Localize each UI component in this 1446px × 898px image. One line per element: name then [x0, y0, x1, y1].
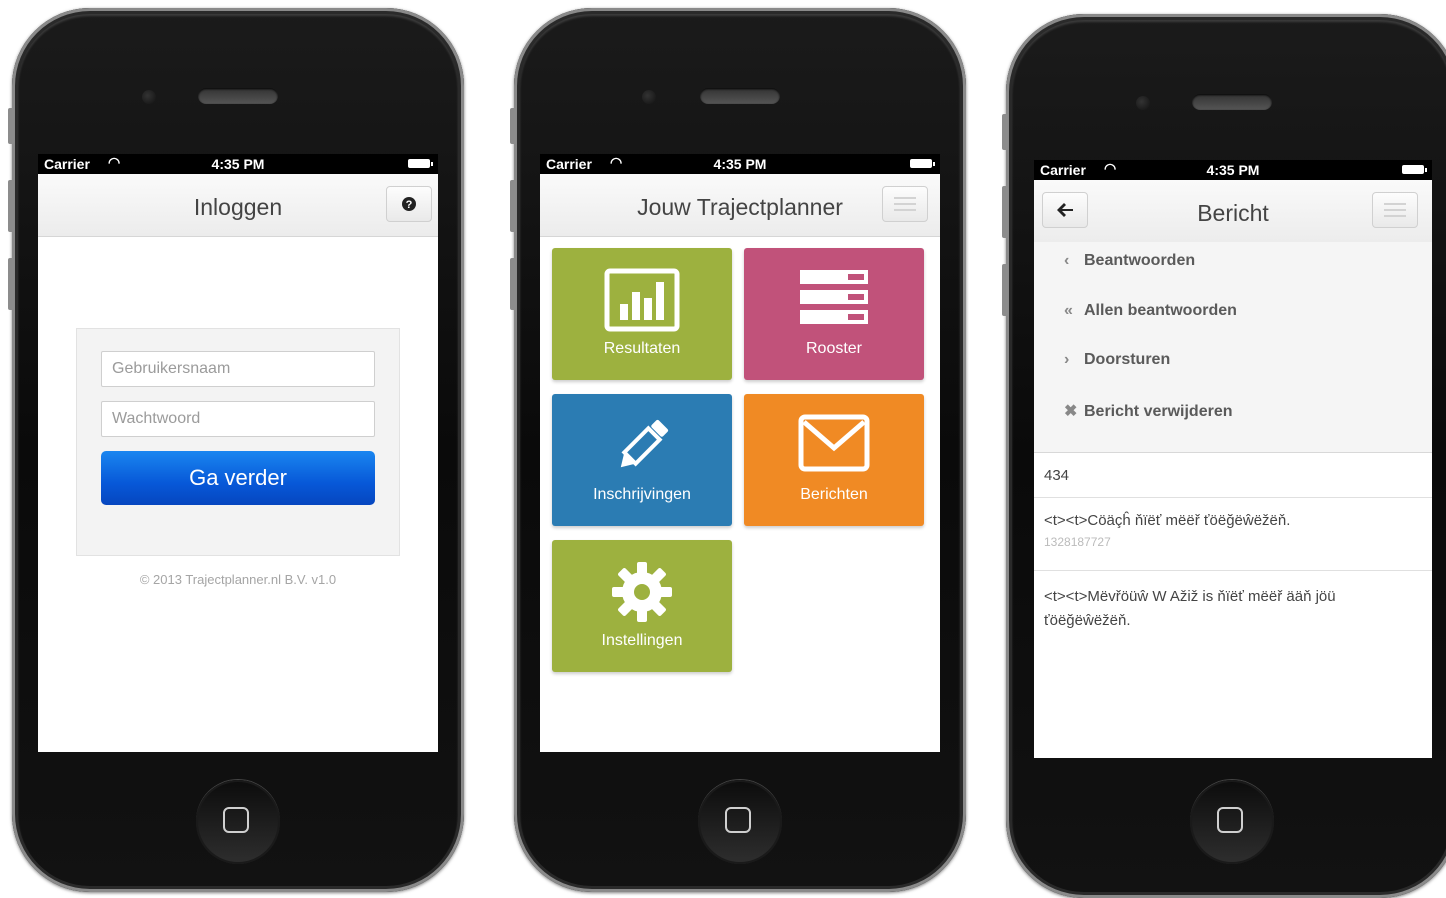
home-icon — [223, 807, 249, 833]
status-time: 4:35 PM — [713, 156, 767, 172]
volume-up-button — [1002, 186, 1008, 238]
tile-resultaten[interactable]: Resultaten — [552, 248, 732, 380]
status-bar: Carrier ◠ 4:35 PM — [540, 154, 940, 174]
status-time: 4:35 PM — [211, 156, 265, 172]
camera-icon — [642, 90, 656, 104]
forward-action[interactable]: › Doorsturen — [1064, 351, 1170, 369]
delete-action[interactable]: ✖ Bericht verwijderen — [1064, 401, 1233, 421]
action-label: Bericht verwijderen — [1084, 403, 1233, 420]
tile-label: Resultaten — [603, 340, 681, 357]
camera-icon — [1136, 96, 1150, 110]
battery-icon — [1402, 165, 1427, 174]
svg-text:?: ? — [406, 199, 413, 211]
copyright-text: © 2013 Trajectplanner.nl B.V. v1.0 — [139, 572, 337, 587]
server-icon — [800, 270, 868, 324]
pencil-icon — [620, 419, 669, 468]
double-chevron-left-icon: « — [1064, 302, 1073, 319]
volume-down-button — [1002, 264, 1008, 316]
help-button[interactable]: ? — [386, 186, 432, 222]
tile-label: Berichten — [800, 486, 868, 503]
home-icon — [1217, 807, 1243, 833]
volume-down-button — [8, 258, 14, 310]
message-text: <t><t>Cöäçĥ ňïëť mëëř ťöëğëŵëžëň. — [1044, 512, 1291, 529]
tile-rooster[interactable]: Rooster — [744, 248, 924, 380]
message-id-row: 434 — [1034, 453, 1432, 498]
chevron-right-icon: › — [1064, 351, 1070, 368]
help-icon: ? — [402, 197, 416, 211]
action-label: Allen beantwoorden — [1084, 302, 1237, 319]
page-title: Inloggen — [193, 194, 283, 220]
camera-icon — [142, 90, 156, 104]
dashboard-screen: Carrier ◠ 4:35 PM Jouw Trajectplanner Re… — [540, 154, 940, 752]
status-time: 4:35 PM — [1206, 162, 1260, 178]
tile-label: Rooster — [805, 340, 863, 357]
login-header: Inloggen ? — [38, 174, 438, 237]
menu-button[interactable] — [882, 186, 928, 222]
action-label: Beantwoorden — [1084, 252, 1196, 269]
mute-switch — [8, 108, 14, 144]
close-icon: ✖ — [1064, 403, 1078, 420]
battery-icon — [910, 159, 935, 168]
password-input[interactable] — [101, 401, 375, 437]
mute-switch — [510, 108, 516, 144]
volume-down-button — [510, 258, 516, 310]
phone-login: Carrier ◠ 4:35 PM Inloggen ? Ga verder ©… — [8, 8, 464, 892]
page-title: Jouw Trajectplanner — [637, 194, 843, 220]
action-label: Doorsturen — [1084, 351, 1171, 368]
home-button[interactable] — [1190, 780, 1274, 864]
home-icon — [725, 807, 751, 833]
tile-inschrijvingen[interactable]: Inschrijvingen — [552, 394, 732, 526]
volume-up-button — [510, 180, 516, 232]
message-id: 434 — [1044, 467, 1070, 484]
username-input[interactable] — [101, 351, 375, 387]
message-text: <t><t>Mëvřöüŵ W Ažiž is ňïëť mëëř ääň jö… — [1044, 588, 1336, 629]
phone-message: Carrier ◠ 4:35 PM Bericht ‹ Beantwoorden … — [1002, 14, 1446, 898]
dashboard-header: Jouw Trajectplanner — [540, 174, 940, 237]
list-item[interactable]: <t><t>Mëvřöüŵ W Ažiž is ňïëť mëëř ääň jö… — [1034, 571, 1432, 641]
home-button[interactable] — [196, 780, 280, 864]
home-button[interactable] — [698, 780, 782, 864]
envelope-icon — [798, 414, 870, 472]
message-timestamp: 1328187727 — [1044, 535, 1111, 549]
speaker-grille — [700, 88, 780, 104]
login-screen: Carrier ◠ 4:35 PM Inloggen ? Ga verder ©… — [38, 154, 438, 752]
tile-berichten[interactable]: Berichten — [744, 394, 924, 526]
reply-all-action[interactable]: « Allen beantwoorden — [1064, 302, 1237, 320]
login-form: Ga verder — [76, 328, 400, 556]
tile-label: Inschrijvingen — [593, 486, 691, 503]
speaker-grille — [198, 88, 278, 104]
status-bar: Carrier ◠ 4:35 PM — [38, 154, 438, 174]
menu-icon — [1384, 203, 1406, 217]
message-screen: Carrier ◠ 4:35 PM Bericht ‹ Beantwoorden … — [1034, 160, 1432, 758]
speaker-grille — [1192, 94, 1272, 110]
menu-button[interactable] — [1372, 192, 1418, 228]
status-bar: Carrier ◠ 4:35 PM — [1034, 160, 1432, 180]
gear-icon — [612, 562, 672, 622]
volume-up-button — [8, 180, 14, 232]
phone-dashboard: Carrier ◠ 4:35 PM Jouw Trajectplanner Re… — [510, 8, 966, 892]
chevron-left-icon: ‹ — [1064, 252, 1070, 269]
bar-chart-icon — [604, 268, 680, 332]
tile-label: Instellingen — [601, 632, 683, 649]
submit-button[interactable]: Ga verder — [101, 451, 375, 505]
tile-instellingen[interactable]: Instellingen — [552, 540, 732, 672]
menu-icon — [894, 197, 916, 211]
list-item[interactable]: <t><t>Cöäçĥ ňïëť mëëř ťöëğëŵëžëň. 132818… — [1034, 498, 1432, 571]
battery-icon — [408, 159, 433, 168]
message-header: Bericht — [1034, 180, 1432, 243]
message-actions: ‹ Beantwoorden « Allen beantwoorden › Doors… — [1034, 242, 1432, 453]
mute-switch — [1002, 114, 1008, 150]
reply-action[interactable]: ‹ Beantwoorden — [1064, 252, 1195, 270]
